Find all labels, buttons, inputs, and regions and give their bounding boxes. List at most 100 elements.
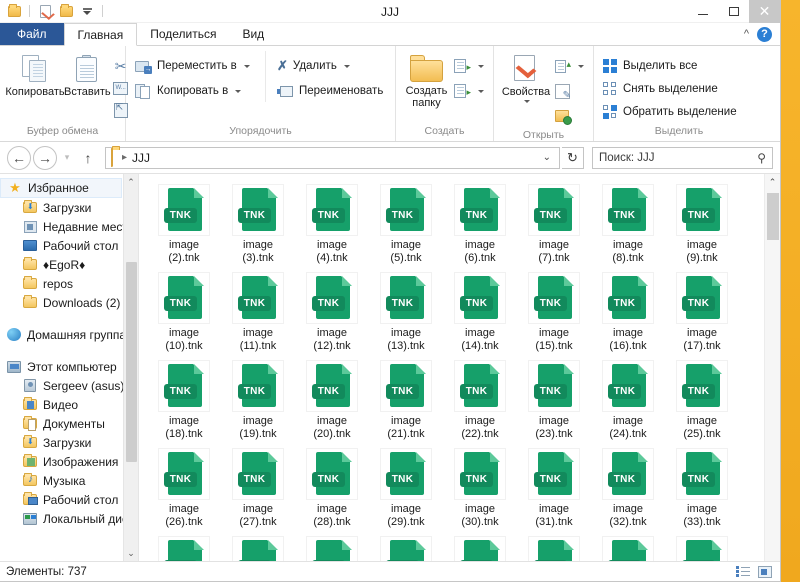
file-item[interactable]: TNK image (30).tnk (443, 444, 517, 532)
sidebar-item-repos[interactable]: repos (0, 274, 138, 293)
file-item[interactable]: TNK image (31).tnk (517, 444, 591, 532)
refresh-button[interactable]: ↻ (562, 146, 584, 169)
up-button[interactable]: ↑ (77, 146, 99, 170)
sidebar-item-this-pc[interactable]: Этот компьютер (0, 357, 138, 376)
file-item[interactable]: TNK image (17).tnk (665, 268, 739, 356)
sidebar-item-egor[interactable]: ♦EgoR♦ (0, 255, 138, 274)
file-item[interactable]: TNK image (20).tnk (295, 356, 369, 444)
close-button[interactable]: ✕ (749, 0, 780, 23)
file-item[interactable]: TNK (147, 532, 221, 561)
file-item[interactable]: TNK image (26).tnk (147, 444, 221, 532)
file-item[interactable]: TNK (443, 532, 517, 561)
file-item[interactable]: TNK image (18).tnk (147, 356, 221, 444)
sidebar-item-downloads-pc[interactable]: Загрузки (0, 433, 138, 452)
sidebar-item-local-disk[interactable]: Локальный диск (0, 509, 138, 528)
file-item[interactable]: TNK (295, 532, 369, 561)
scrollbar-thumb[interactable] (767, 193, 779, 240)
chevron-down-icon[interactable] (343, 64, 350, 68)
delete-button[interactable]: ✗ Удалить (274, 55, 386, 77)
move-to-button[interactable]: → Переместить в (132, 55, 265, 77)
details-view-icon[interactable] (733, 564, 752, 580)
forward-button[interactable]: → (33, 145, 57, 170)
chevron-down-icon[interactable] (243, 64, 250, 68)
rename-button[interactable]: Переименовать (274, 80, 386, 102)
chevron-down-icon[interactable] (478, 89, 484, 93)
file-item[interactable]: TNK image (2).tnk (147, 180, 221, 268)
file-item[interactable]: TNK image (24).tnk (591, 356, 665, 444)
file-item[interactable]: TNK image (25).tnk (665, 356, 739, 444)
chevron-down-icon[interactable] (235, 89, 242, 93)
tab-share[interactable]: Поделиться (137, 23, 229, 45)
recent-locations-button[interactable]: ▾ (59, 146, 75, 170)
chevron-down-icon[interactable]: ⌄ (537, 152, 557, 163)
file-item[interactable]: TNK image (8).tnk (591, 180, 665, 268)
file-item[interactable]: TNK image (6).tnk (443, 180, 517, 268)
file-item[interactable]: TNK image (4).tnk (295, 180, 369, 268)
sidebar-item-homegroup[interactable]: Домашняя группа (0, 325, 138, 344)
file-item[interactable]: TNK image (5).tnk (369, 180, 443, 268)
scroll-up-icon[interactable]: ⌃ (765, 174, 780, 191)
file-item[interactable]: TNK image (16).tnk (591, 268, 665, 356)
tab-home[interactable]: Главная (63, 23, 138, 46)
file-item[interactable]: TNK image (19).tnk (221, 356, 295, 444)
file-item[interactable]: TNK image (29).tnk (369, 444, 443, 532)
minimize-button[interactable] (687, 0, 718, 23)
file-item[interactable]: TNK image (21).tnk (369, 356, 443, 444)
scrollbar-thumb[interactable] (126, 262, 137, 462)
sidebar-item-recent-places[interactable]: Недавние места (0, 217, 138, 236)
file-item[interactable]: TNK (221, 532, 295, 561)
file-item[interactable]: TNK image (22).tnk (443, 356, 517, 444)
customize-qat-icon[interactable] (78, 2, 96, 20)
breadcrumb[interactable]: ▸ JJJ ⌄ (105, 146, 560, 169)
maximize-button[interactable] (718, 0, 749, 23)
history-button[interactable] (552, 105, 587, 127)
file-item[interactable]: TNK image (23).tnk (517, 356, 591, 444)
paste-button[interactable]: Вставить (64, 51, 111, 98)
chevron-down-icon[interactable] (578, 64, 584, 68)
sidebar-item-pictures[interactable]: Изображения (0, 452, 138, 471)
file-item[interactable]: TNK image (32).tnk (591, 444, 665, 532)
file-list-area[interactable]: TNK image (2).tnk TNK image (3).tnk TNK image… (138, 174, 780, 561)
sidebar-item-favorites[interactable]: ★ Избранное (0, 178, 122, 198)
chevron-down-icon[interactable] (478, 64, 484, 68)
help-icon[interactable]: ? (757, 26, 772, 42)
edit-button[interactable] (552, 80, 587, 102)
file-item[interactable]: TNK image (14).tnk (443, 268, 517, 356)
scroll-up-icon[interactable]: ⌃ (124, 174, 138, 190)
navpane-scrollbar[interactable]: ⌃ ⌄ (123, 174, 138, 561)
breadcrumb-path[interactable]: JJJ (132, 151, 150, 165)
copy-to-button[interactable]: Копировать в (132, 80, 265, 102)
new-folder-icon[interactable] (57, 2, 75, 20)
file-item[interactable]: TNK image (27).tnk (221, 444, 295, 532)
file-item[interactable]: TNK (665, 532, 739, 561)
file-item[interactable]: TNK (517, 532, 591, 561)
file-item[interactable]: TNK image (33).tnk (665, 444, 739, 532)
new-item-button[interactable]: ▸ (451, 55, 487, 77)
folder-icon[interactable] (5, 2, 23, 20)
back-button[interactable]: ← (7, 145, 31, 170)
new-folder-button[interactable]: Создать папку (402, 51, 451, 109)
file-item[interactable]: TNK image (9).tnk (665, 180, 739, 268)
chevron-down-icon[interactable] (524, 100, 530, 103)
file-item[interactable]: TNK (369, 532, 443, 561)
sidebar-item-downloads[interactable]: Загрузки (0, 198, 138, 217)
scroll-down-icon[interactable]: ⌄ (124, 545, 138, 561)
sidebar-item-music[interactable]: Музыка (0, 471, 138, 490)
tab-view[interactable]: Вид (229, 23, 277, 45)
sidebar-item-downloads-2[interactable]: Downloads (2) (0, 293, 138, 312)
file-item[interactable]: TNK image (12).tnk (295, 268, 369, 356)
file-list-scrollbar[interactable]: ⌃ (764, 174, 780, 561)
select-all-button[interactable]: Выделить все (600, 55, 740, 77)
tab-file[interactable]: Файл (0, 23, 64, 45)
easy-access-button[interactable]: ▸ (451, 80, 487, 102)
properties-icon[interactable] (36, 2, 54, 20)
search-input[interactable]: Поиск: JJJ ⚲ (592, 146, 773, 169)
file-item[interactable]: TNK image (15).tnk (517, 268, 591, 356)
file-item[interactable]: TNK image (10).tnk (147, 268, 221, 356)
open-button[interactable]: ▴ (552, 55, 587, 77)
file-item[interactable]: TNK image (13).tnk (369, 268, 443, 356)
invert-selection-button[interactable]: Обратить выделение (600, 101, 740, 123)
file-item[interactable]: TNK image (3).tnk (221, 180, 295, 268)
sidebar-item-video[interactable]: Видео (0, 395, 138, 414)
properties-button[interactable]: Свойства (500, 51, 552, 103)
